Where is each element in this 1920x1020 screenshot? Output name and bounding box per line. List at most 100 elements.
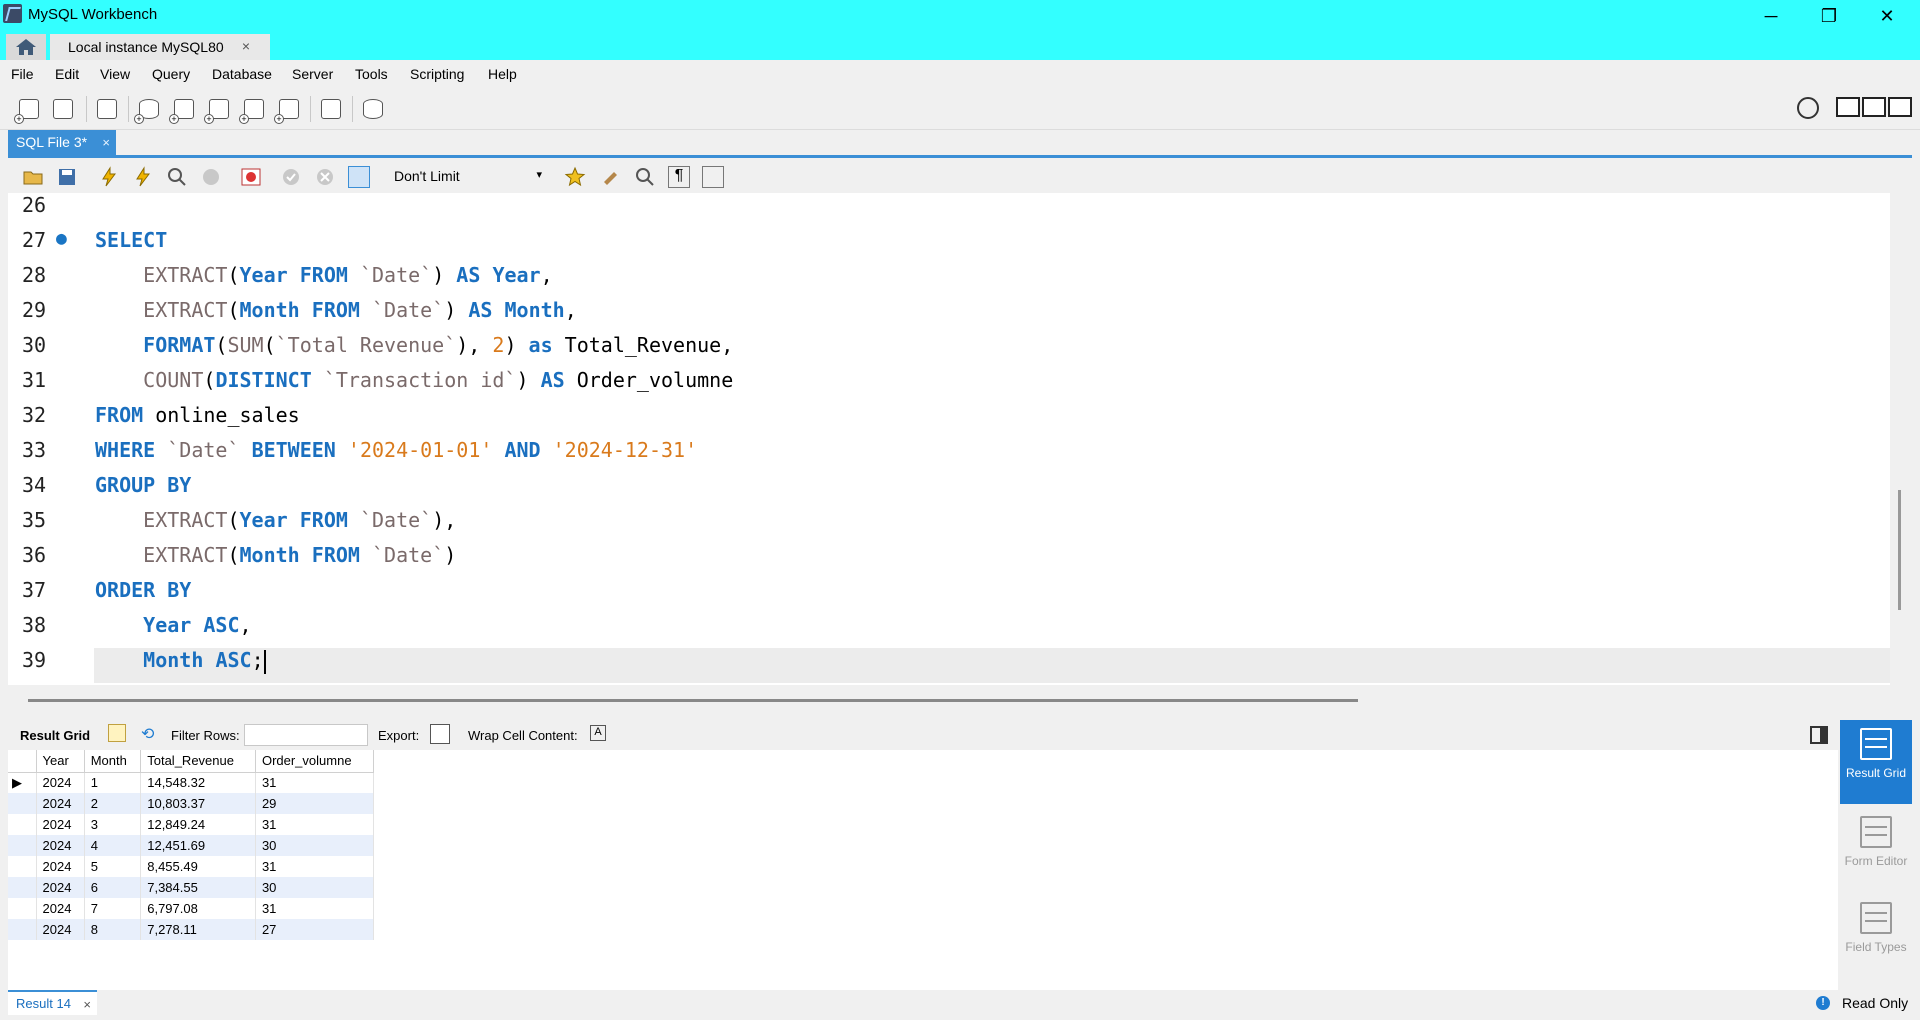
new-sql-tab-icon[interactable]: +: [14, 96, 42, 124]
cell[interactable]: 5: [84, 856, 142, 877]
cell[interactable]: 1: [84, 772, 142, 793]
cell[interactable]: 31: [255, 772, 375, 793]
cell[interactable]: 7,278.11: [140, 919, 256, 940]
cell[interactable]: 8: [84, 919, 142, 940]
column-header-year[interactable]: Year: [36, 750, 85, 773]
filter-rows-input[interactable]: [244, 724, 368, 746]
rollback-icon[interactable]: [314, 166, 336, 188]
sql-editor[interactable]: 26 27 ● SELECT 28 EXTRACT(Year FROM `Dat…: [8, 193, 1890, 685]
close-button[interactable]: ✕: [1858, 0, 1916, 33]
cell[interactable]: 31: [255, 856, 375, 877]
table-row[interactable]: 2024 2 10,803.37 29: [8, 793, 375, 814]
menu-server[interactable]: Server: [292, 66, 333, 82]
cell[interactable]: 2024: [36, 814, 85, 835]
table-row[interactable]: 2024 5 8,455.49 31: [8, 856, 375, 877]
account-icon[interactable]: [1797, 97, 1819, 119]
explain-icon[interactable]: [166, 166, 188, 188]
find-icon[interactable]: [634, 166, 656, 188]
create-table-icon[interactable]: +: [169, 96, 197, 124]
reconnect-icon[interactable]: [360, 96, 386, 122]
cell[interactable]: 12,849.24: [140, 814, 256, 835]
create-view-icon[interactable]: +: [204, 96, 232, 124]
wrap-cell-icon[interactable]: A: [590, 725, 606, 741]
cell[interactable]: 2024: [36, 919, 85, 940]
commit-icon[interactable]: [280, 166, 302, 188]
add-snippet-star-icon[interactable]: [564, 166, 586, 188]
table-row[interactable]: 2024 7 6,797.08 31: [8, 898, 375, 919]
cell[interactable]: 31: [255, 898, 375, 919]
wrap-lines-icon[interactable]: [702, 166, 724, 188]
close-result-tab-icon[interactable]: ×: [83, 997, 91, 1012]
inspector-icon[interactable]: [94, 96, 120, 122]
cell[interactable]: 2024: [36, 877, 85, 898]
menu-help[interactable]: Help: [488, 66, 517, 82]
execute-current-statement-icon[interactable]: [132, 166, 154, 188]
table-row[interactable]: ▶ 2024 1 14,548.32 31: [8, 772, 375, 793]
cell[interactable]: 2: [84, 793, 142, 814]
toggle-error-continue-icon[interactable]: [240, 166, 262, 188]
stop-icon[interactable]: [200, 166, 222, 188]
menu-database[interactable]: Database: [212, 66, 272, 82]
limit-rows-select[interactable]: Don't Limit ▾: [388, 166, 546, 188]
cell[interactable]: 31: [255, 814, 375, 835]
menu-view[interactable]: View: [100, 66, 130, 82]
minimize-button[interactable]: ─: [1742, 0, 1800, 33]
menu-edit[interactable]: Edit: [55, 66, 79, 82]
menu-file[interactable]: File: [11, 66, 34, 82]
column-header-order-volumne[interactable]: Order_volumne: [255, 750, 375, 773]
cell[interactable]: 2024: [36, 772, 85, 793]
home-tab[interactable]: [6, 34, 46, 60]
cell[interactable]: 6,797.08: [140, 898, 256, 919]
cell[interactable]: 2024: [36, 835, 85, 856]
refresh-icon[interactable]: ⟲: [141, 724, 154, 744]
close-connection-tab-icon[interactable]: ×: [242, 38, 250, 54]
toggle-sidebar-icon[interactable]: [1836, 97, 1860, 117]
export-icon[interactable]: [430, 724, 450, 744]
execute-icon[interactable]: [98, 166, 120, 188]
cell[interactable]: 30: [255, 877, 375, 898]
editor-vertical-scrollbar[interactable]: [1898, 490, 1901, 610]
cell[interactable]: 2024: [36, 898, 85, 919]
create-function-icon[interactable]: +: [274, 96, 302, 124]
menu-scripting[interactable]: Scripting: [410, 66, 464, 82]
invisible-chars-icon[interactable]: ¶: [668, 166, 690, 188]
toggle-output-icon[interactable]: [1862, 97, 1886, 117]
cell[interactable]: 7,384.55: [140, 877, 256, 898]
scrollbar-thumb[interactable]: [28, 699, 1358, 702]
cell[interactable]: 2024: [36, 793, 85, 814]
search-table-data-icon[interactable]: [318, 96, 344, 122]
sql-file-tab[interactable]: SQL File 3* ×: [8, 130, 116, 155]
cell[interactable]: 14,548.32: [140, 772, 256, 793]
cell[interactable]: 12,451.69: [140, 835, 256, 856]
table-row[interactable]: 2024 6 7,384.55 30: [8, 877, 375, 898]
connection-tab[interactable]: Local instance MySQL80 ×: [50, 34, 270, 60]
cell[interactable]: 3: [84, 814, 142, 835]
save-icon[interactable]: [56, 166, 78, 188]
cell[interactable]: 8,455.49: [140, 856, 256, 877]
result-grid-side-button[interactable]: Result Grid: [1840, 720, 1912, 804]
autocommit-toggle-icon[interactable]: [348, 166, 370, 188]
table-row[interactable]: 2024 4 12,451.69 30: [8, 835, 375, 856]
toggle-side-panel-icon[interactable]: [1810, 726, 1828, 744]
result-tab[interactable]: Result 14 ×: [8, 990, 97, 1015]
editor-horizontal-scrollbar[interactable]: [8, 694, 1890, 708]
menu-tools[interactable]: Tools: [355, 66, 388, 82]
column-header-month[interactable]: Month: [84, 750, 142, 773]
field-types-side-button[interactable]: Field Types: [1840, 894, 1912, 978]
grid-view-icon[interactable]: [108, 724, 126, 742]
open-folder-icon[interactable]: [22, 166, 44, 188]
toggle-secondary-sidebar-icon[interactable]: [1888, 97, 1912, 117]
create-procedure-icon[interactable]: +: [239, 96, 267, 124]
open-sql-script-icon[interactable]: [50, 96, 76, 122]
column-header-total-revenue[interactable]: Total_Revenue: [140, 750, 256, 773]
cell[interactable]: 4: [84, 835, 142, 856]
close-sql-tab-icon[interactable]: ×: [102, 135, 110, 150]
maximize-button[interactable]: ❐: [1800, 0, 1858, 33]
table-row[interactable]: 2024 3 12,849.24 31: [8, 814, 375, 835]
menu-query[interactable]: Query: [152, 66, 190, 82]
table-row[interactable]: 2024 8 7,278.11 27: [8, 919, 375, 940]
cell[interactable]: 7: [84, 898, 142, 919]
cell[interactable]: 10,803.37: [140, 793, 256, 814]
cell[interactable]: 2024: [36, 856, 85, 877]
cell[interactable]: 30: [255, 835, 375, 856]
